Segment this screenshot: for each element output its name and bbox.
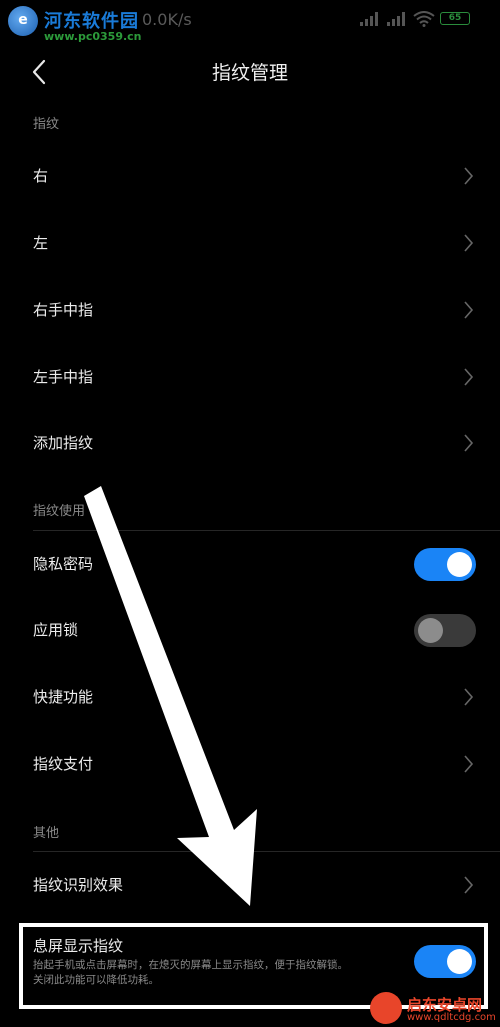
brand-url: www.qdltcdg.com <box>407 1012 496 1023</box>
recognition-effect-label: 指纹识别效果 <box>33 876 124 894</box>
chevron-right-icon <box>464 755 474 773</box>
fingerprint-item-2[interactable]: 左 <box>0 211 500 275</box>
toggle-knob <box>447 949 472 974</box>
status-bar: e 河东软件园 www.pc0359.cn 0.0K/s 65 <box>0 0 500 44</box>
brand-logo-icon <box>370 992 402 1024</box>
section-label-other: 其他 <box>33 826 60 841</box>
shortcuts-row[interactable]: 快捷功能 <box>0 665 500 729</box>
payment-row[interactable]: 指纹支付 <box>0 732 500 796</box>
toggle-knob <box>447 552 472 577</box>
description-line: 抬起手机或点击屏幕时，在熄灭的屏幕上显示指纹，便于指纹解锁。 <box>33 959 348 971</box>
shortcuts-label: 快捷功能 <box>33 688 94 706</box>
screen-off-display-description: 抬起手机或点击屏幕时，在熄灭的屏幕上显示指纹，便于指纹解锁。 关闭此功能可以降低… <box>33 958 413 988</box>
description-line: 关闭此功能可以降低功耗。 <box>33 974 159 986</box>
app-lock-row: 应用锁 <box>0 598 500 662</box>
signal-icon <box>360 12 378 26</box>
privacy-password-toggle[interactable] <box>414 548 476 581</box>
privacy-password-row: 隐私密码 <box>0 532 500 596</box>
chevron-right-icon <box>464 368 474 386</box>
wifi-icon <box>413 11 435 27</box>
chevron-right-icon <box>464 876 474 894</box>
signal-icon-secondary <box>387 12 405 26</box>
chevron-right-icon <box>464 434 474 452</box>
network-speed: 0.0K/s <box>142 10 192 29</box>
section-label-usage: 指纹使用 <box>33 504 86 519</box>
page-title: 指纹管理 <box>211 62 288 84</box>
add-fingerprint-button[interactable]: 添加指纹 <box>0 411 500 475</box>
section-divider <box>33 530 500 531</box>
fingerprint-item-1[interactable]: 右 <box>0 144 500 208</box>
chevron-right-icon <box>464 167 474 185</box>
screen-off-display-toggle[interactable] <box>414 945 476 978</box>
fingerprint-item-label: 右手中指 <box>33 301 94 319</box>
watermark-url: www.pc0359.cn <box>44 30 142 43</box>
fingerprint-item-label: 左手中指 <box>33 368 94 386</box>
fingerprint-item-label: 右 <box>33 167 49 185</box>
app-lock-label: 应用锁 <box>33 621 79 639</box>
fingerprint-item-4[interactable]: 左手中指 <box>0 345 500 409</box>
fingerprint-item-3[interactable]: 右手中指 <box>0 278 500 342</box>
screen-off-display-label: 息屏显示指纹 <box>33 937 124 955</box>
chevron-right-icon <box>464 234 474 252</box>
chevron-right-icon <box>464 688 474 706</box>
privacy-password-label: 隐私密码 <box>33 555 94 573</box>
section-divider <box>33 851 500 852</box>
section-label-fingerprints: 指纹 <box>33 117 60 132</box>
recognition-effect-row[interactable]: 指纹识别效果 <box>0 853 500 917</box>
add-fingerprint-label: 添加指纹 <box>33 434 94 452</box>
app-lock-toggle[interactable] <box>414 614 476 647</box>
fingerprint-item-label: 左 <box>33 234 49 252</box>
chevron-right-icon <box>464 301 474 319</box>
watermark-logo-mark: e <box>18 12 28 28</box>
toggle-knob <box>418 618 443 643</box>
payment-label: 指纹支付 <box>33 755 94 773</box>
battery-icon: 65 <box>440 12 470 25</box>
